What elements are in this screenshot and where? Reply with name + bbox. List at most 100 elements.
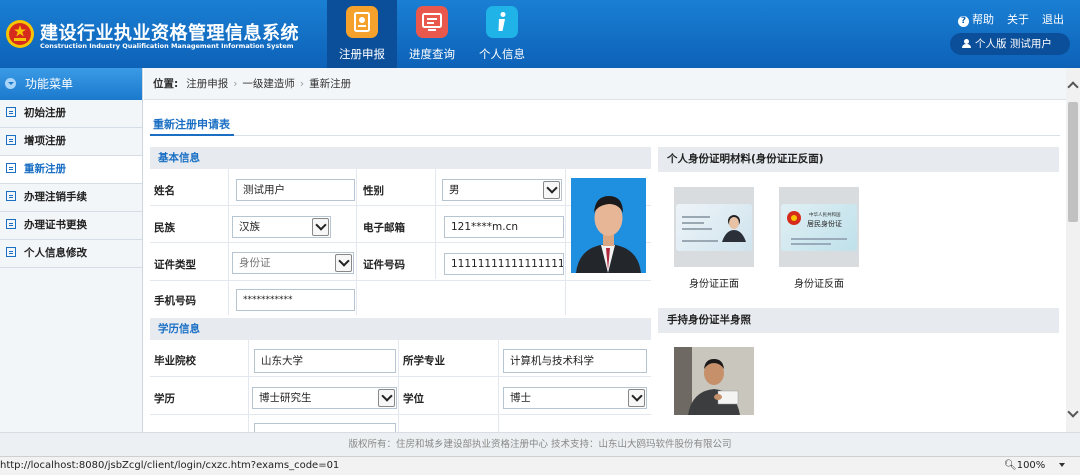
zoom-control[interactable]: 🔍︎100%: [1004, 457, 1066, 475]
edit-icon: [6, 163, 16, 173]
calendar-icon: [6, 191, 16, 201]
degree-value: 博士: [510, 392, 531, 404]
sidebar-item-info-edit[interactable]: 个人信息修改: [0, 240, 142, 268]
sidebar-header[interactable]: 功能菜单: [0, 68, 142, 100]
scroll-up-icon[interactable]: [1067, 81, 1079, 93]
education-label: 学历: [154, 393, 175, 405]
education-select[interactable]: 博士研究生: [252, 387, 397, 409]
scroll-down-icon[interactable]: [1067, 406, 1079, 418]
major-label: 所学专业: [403, 355, 445, 367]
breadcrumb-prefix: 位置:: [153, 78, 179, 90]
about-link[interactable]: 关于: [1007, 11, 1029, 27]
breadcrumb-item[interactable]: 注册申报: [186, 78, 228, 90]
browser-statusbar: http://localhost:8080/jsbZcgl/client/log…: [0, 456, 1080, 475]
id-front-thumbnail[interactable]: [674, 187, 754, 267]
divider: [150, 280, 651, 281]
help-link[interactable]: ? 帮助: [958, 11, 994, 27]
sidebar-item-initial-register[interactable]: 初始注册: [0, 100, 142, 128]
id-type-value: 身份证: [239, 257, 271, 269]
user-type: 个人版: [975, 38, 1007, 50]
help-label: 帮助: [972, 13, 994, 26]
name-label: 姓名: [154, 185, 175, 197]
degree-select[interactable]: 博士: [503, 387, 647, 409]
phone-label: 手机号码: [154, 295, 196, 307]
sidebar-item-cancellation[interactable]: 办理注销手续: [0, 184, 142, 212]
chevron-right-icon: ›: [233, 78, 238, 90]
sidebar-item-re-register[interactable]: 重新注册: [0, 156, 142, 184]
selfie-thumbnail[interactable]: [674, 347, 754, 415]
chevron-down-icon: [378, 389, 395, 407]
national-emblem-logo: [6, 20, 34, 48]
app-subtitle: Construction Industry Qualification Mana…: [40, 42, 294, 50]
id-back-card-text: 居民身份证: [807, 219, 842, 228]
progress-icon: [416, 6, 448, 38]
gender-value: 男: [449, 184, 460, 196]
tab-label: 个人信息: [479, 47, 525, 61]
gender-select[interactable]: 男: [442, 179, 562, 201]
profile-photo: [571, 178, 646, 273]
tab-personal-info[interactable]: 个人信息: [467, 0, 537, 68]
divider: [435, 169, 436, 279]
apply-icon: [346, 6, 378, 38]
title-underline: [150, 134, 234, 136]
ethnicity-value: 汉族: [239, 221, 260, 233]
degree-label: 学位: [403, 393, 424, 405]
id-type-select[interactable]: 身份证: [232, 252, 354, 274]
tab-register-apply[interactable]: 注册申报: [327, 0, 397, 68]
basic-info-header: 基本信息: [150, 147, 651, 169]
chat-icon: [6, 135, 16, 145]
calendar-icon: [6, 219, 16, 229]
user-badge[interactable]: 个人版 测试用户: [950, 33, 1070, 55]
id-card-image: 中华人民共和国 居民身份证: [781, 204, 857, 251]
divider: [150, 414, 651, 415]
sidebar-title: 功能菜单: [25, 77, 74, 91]
name-field[interactable]: 测试用户: [236, 179, 355, 201]
help-icon: ?: [958, 16, 969, 27]
gender-label: 性别: [363, 185, 384, 197]
main-content: 重新注册申请表 基本信息 姓名 测试用户 性别 男 民族 汉族 电子邮箱 121…: [144, 101, 1070, 432]
zoom-icon: 🔍︎: [1004, 460, 1017, 471]
id-back-caption: 身份证反面: [794, 279, 844, 290]
phone-field[interactable]: ***********: [236, 289, 355, 311]
calendar-icon: [6, 247, 16, 257]
chevron-right-icon: ›: [299, 78, 305, 90]
divider: [398, 340, 399, 432]
selfie-header: 手持身份证半身照: [658, 308, 1059, 333]
chevron-down-icon: [1059, 463, 1066, 467]
breadcrumb: 位置: 注册申报 › 一级建造师 › 重新注册: [144, 68, 1070, 100]
tab-progress-query[interactable]: 进度查询: [397, 0, 467, 68]
sidebar: 功能菜单 初始注册 增项注册 重新注册 办理注销手续 办理证书更换 个人信息修改: [0, 68, 143, 432]
app-header: 建设行业执业资格管理信息系统 Construction Industry Qua…: [0, 0, 1080, 68]
partial-field[interactable]: [254, 423, 396, 432]
id-number-label: 证件号码: [363, 259, 405, 271]
school-field[interactable]: 山东大学: [254, 349, 396, 373]
sidebar-item-label: 重新注册: [24, 163, 66, 175]
info-icon: [486, 6, 518, 38]
chevron-down-icon: [312, 218, 329, 236]
sidebar-item-label: 初始注册: [24, 107, 66, 119]
divider: [498, 340, 499, 432]
ethnicity-select[interactable]: 汉族: [232, 216, 331, 238]
id-back-card-title: 中华人民共和国: [809, 211, 841, 218]
sidebar-item-certificate-replace[interactable]: 办理证书更换: [0, 212, 142, 240]
email-field[interactable]: 121****m.cn: [444, 216, 564, 238]
id-back-thumbnail[interactable]: 中华人民共和国 居民身份证: [779, 187, 859, 267]
id-number-field[interactable]: 111111111111111111: [444, 253, 564, 275]
sidebar-item-add-register[interactable]: 增项注册: [0, 128, 142, 156]
id-front-caption: 身份证正面: [689, 279, 739, 290]
logout-link[interactable]: 退出: [1042, 11, 1064, 27]
id-documents-header: 个人身份证明材料(身份证正反面): [658, 147, 1059, 172]
vertical-scrollbar[interactable]: [1066, 68, 1080, 432]
chevron-down-icon: [543, 181, 560, 199]
scrollbar-thumb[interactable]: [1068, 102, 1078, 222]
divider: [356, 169, 357, 315]
breadcrumb-item[interactable]: 一级建造师: [242, 78, 295, 90]
chevron-down-icon: [335, 254, 352, 272]
sidebar-item-label: 办理证书更换: [24, 219, 87, 231]
status-url: http://localhost:8080/jsbZcgl/client/log…: [0, 460, 340, 471]
major-field[interactable]: 计算机与技术科学: [503, 349, 647, 373]
zoom-value: 100%: [1016, 460, 1046, 471]
tab-label: 注册申报: [339, 47, 385, 61]
sidebar-item-label: 个人信息修改: [24, 247, 87, 259]
id-card-image: [676, 204, 752, 251]
